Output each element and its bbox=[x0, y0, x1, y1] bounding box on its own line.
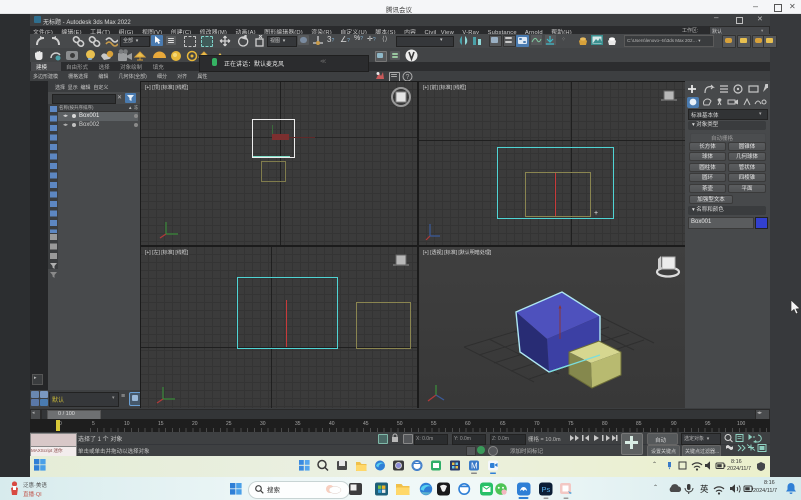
svg-text:Ps: Ps bbox=[542, 485, 551, 494]
svg-text:?: ? bbox=[406, 74, 410, 81]
svg-text:英: 英 bbox=[700, 484, 709, 494]
svg-text:M: M bbox=[471, 462, 478, 471]
